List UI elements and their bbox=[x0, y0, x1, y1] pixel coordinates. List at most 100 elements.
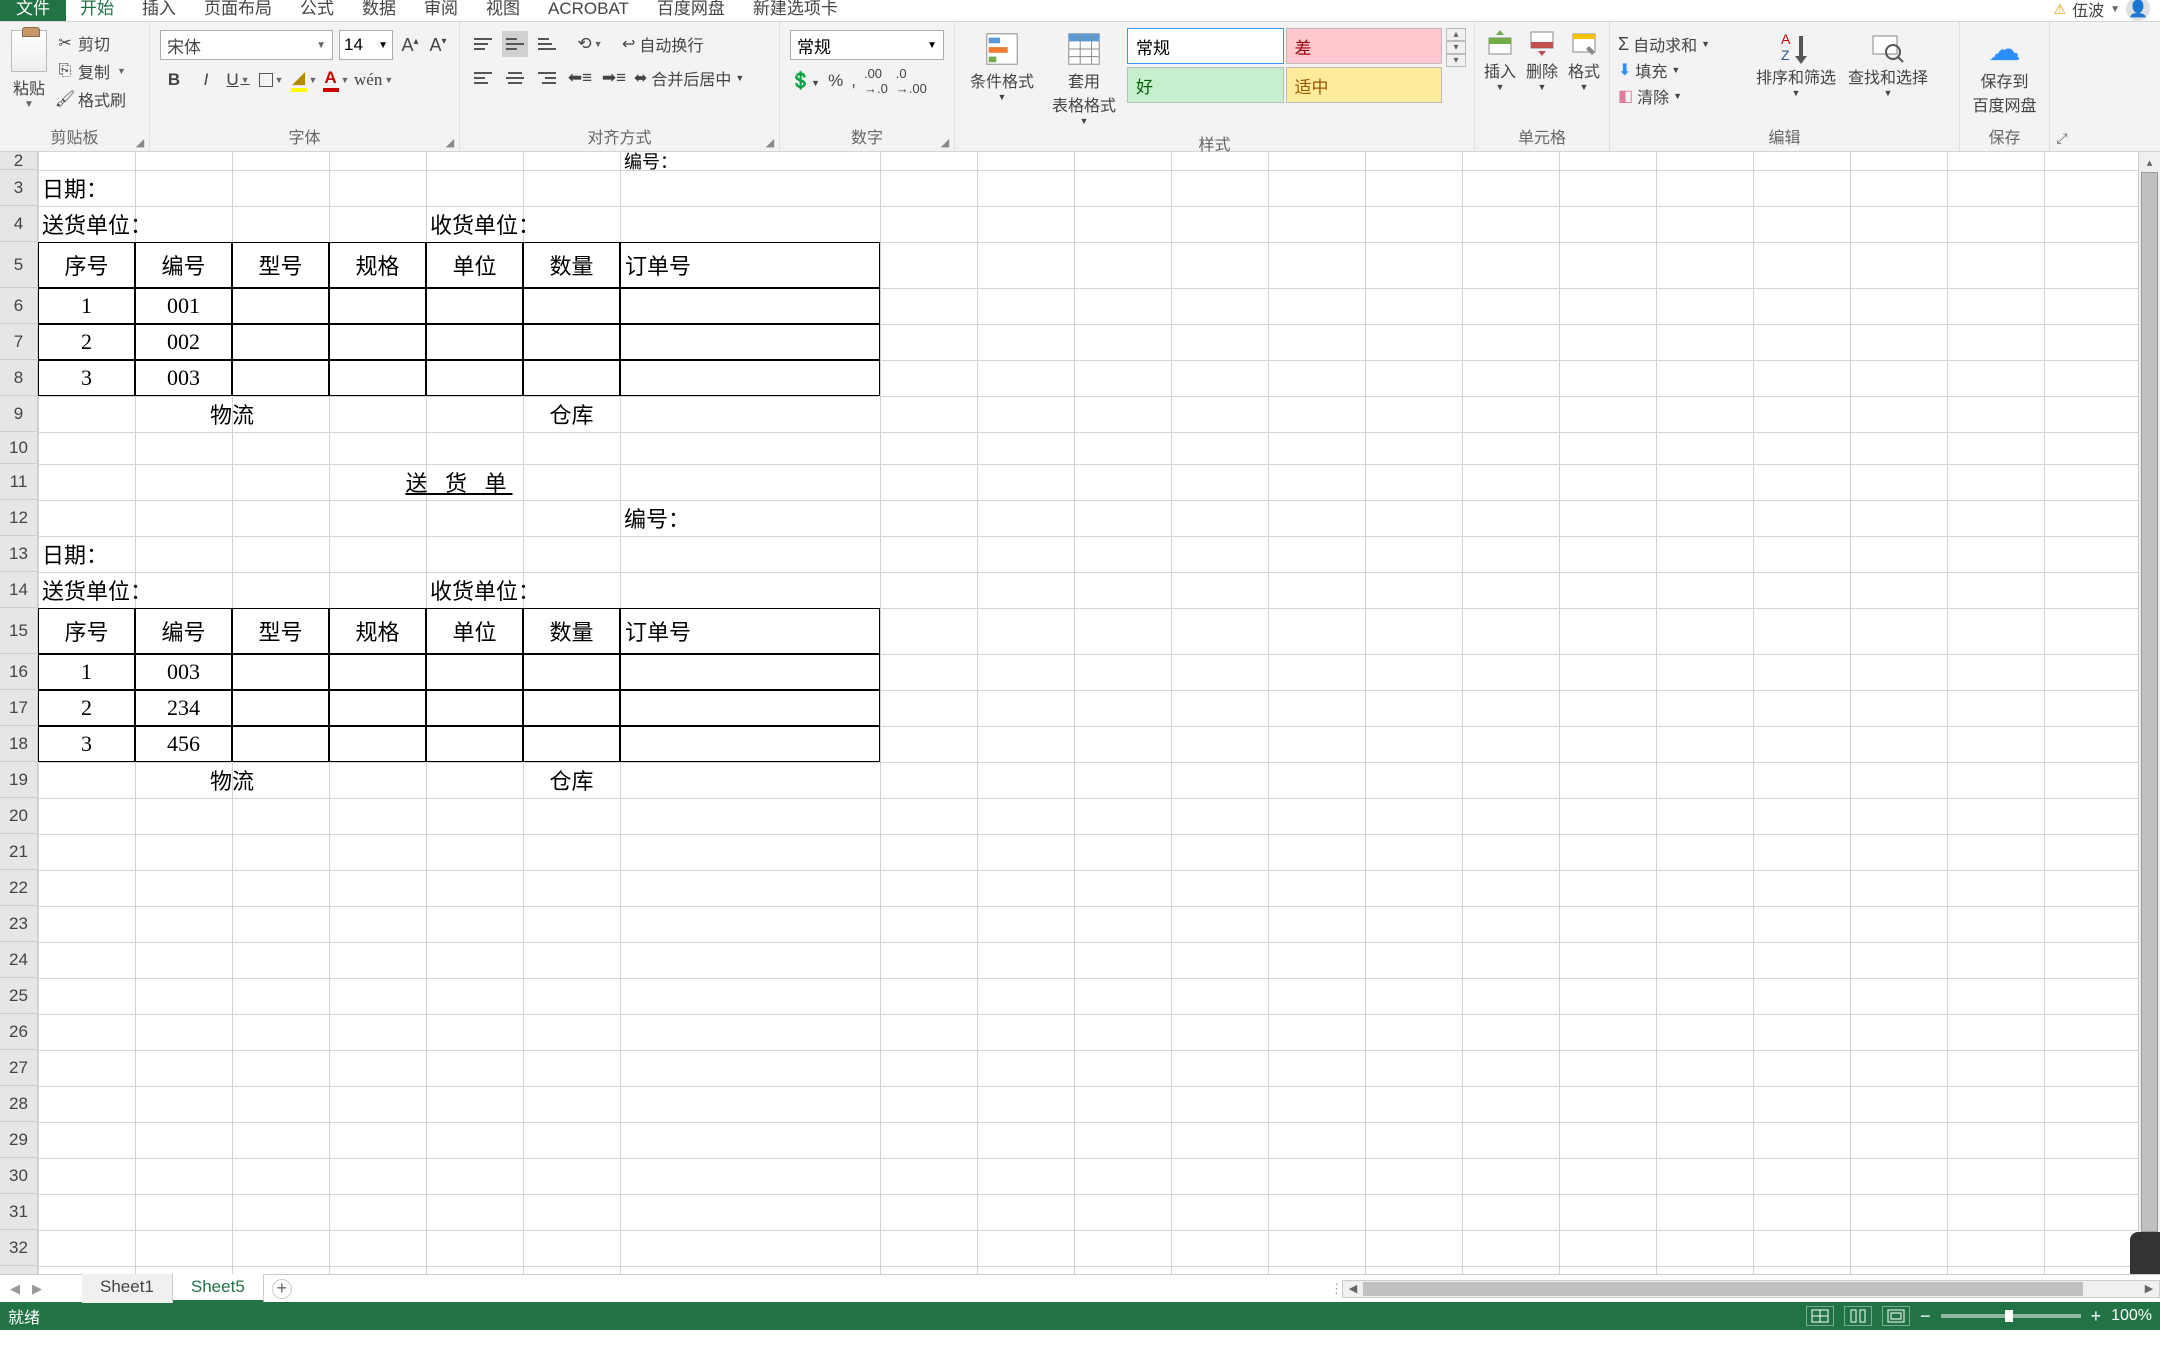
cell-F19[interactable]: 仓库 bbox=[523, 762, 620, 798]
italic-button[interactable]: I bbox=[192, 66, 220, 94]
cell-F7[interactable] bbox=[523, 324, 620, 360]
cell-B7[interactable]: 002 bbox=[135, 324, 232, 360]
insert-cells-button[interactable]: 插入▼ bbox=[1481, 28, 1519, 119]
row-header-4[interactable]: 4 bbox=[0, 206, 37, 242]
decrease-indent-button[interactable]: ⬅≡ bbox=[566, 64, 594, 92]
cell-C15[interactable]: 型号 bbox=[232, 608, 329, 654]
style-bad[interactable]: 差 bbox=[1286, 28, 1443, 64]
row-header-18[interactable]: 18 bbox=[0, 726, 37, 762]
cell-C16[interactable] bbox=[232, 654, 329, 690]
cell-G15[interactable]: 订单号 bbox=[620, 608, 880, 654]
cell-F9[interactable]: 仓库 bbox=[523, 396, 620, 432]
cell-A7[interactable]: 2 bbox=[38, 324, 135, 360]
decrease-decimal-button[interactable]: .0→.00 bbox=[896, 66, 927, 96]
row-header-2[interactable]: 2 bbox=[0, 152, 37, 170]
split-handle[interactable]: ⋮ bbox=[1330, 1281, 1338, 1297]
fill-color-button[interactable]: ◢▼ bbox=[290, 66, 318, 94]
format-painter-button[interactable]: 🖌格式刷 bbox=[54, 86, 145, 112]
row-header-20[interactable]: 20 bbox=[0, 798, 37, 834]
cell-B19[interactable]: 物流 bbox=[135, 762, 329, 798]
clipboard-launcher[interactable]: ◢ bbox=[133, 135, 147, 149]
view-page-layout-button[interactable] bbox=[1844, 1306, 1872, 1326]
percent-button[interactable]: % bbox=[828, 71, 843, 91]
wrap-text-button[interactable]: ↩自动换行 bbox=[622, 32, 703, 56]
increase-font-button[interactable]: A▴ bbox=[399, 35, 421, 56]
cell-D17[interactable] bbox=[329, 690, 426, 726]
avatar[interactable]: 👤 bbox=[2126, 0, 2150, 21]
cell-E8[interactable] bbox=[426, 360, 523, 396]
zoom-out-button[interactable]: − bbox=[1920, 1306, 1931, 1327]
find-select-button[interactable]: 查找和选择▼ bbox=[1844, 28, 1932, 119]
row-header-19[interactable]: 19 bbox=[0, 762, 37, 798]
cell-B6[interactable]: 001 bbox=[135, 288, 232, 324]
horizontal-scrollbar[interactable]: ◀ ▶ bbox=[1342, 1280, 2160, 1298]
zoom-slider[interactable] bbox=[1941, 1314, 2081, 1318]
cell-F16[interactable] bbox=[523, 654, 620, 690]
font-color-button[interactable]: A▼ bbox=[322, 66, 350, 94]
tab-formulas[interactable]: 公式 bbox=[286, 0, 348, 21]
border-button[interactable]: ▼ bbox=[256, 66, 286, 94]
grid[interactable]: 编号： 日期： 送货单位： 收货单位： 序号 编号 型号 规格 单位 数量 订单… bbox=[38, 152, 2138, 1274]
row-header-15[interactable]: 15 bbox=[0, 608, 37, 654]
sheet-tab-sheet5[interactable]: Sheet5 bbox=[173, 1274, 264, 1303]
cell-F15[interactable]: 数量 bbox=[523, 608, 620, 654]
zoom-thumb[interactable] bbox=[2005, 1310, 2013, 1322]
row-header-5[interactable]: 5 bbox=[0, 242, 37, 288]
row-header-14[interactable]: 14 bbox=[0, 572, 37, 608]
cell-E6[interactable] bbox=[426, 288, 523, 324]
gallery-up-button[interactable]: ▴ bbox=[1446, 28, 1466, 41]
cell-E4[interactable]: 收货单位： bbox=[426, 206, 717, 242]
cell-C5[interactable]: 型号 bbox=[232, 242, 329, 288]
cell-A13[interactable]: 日期： bbox=[38, 536, 232, 572]
cell-D18[interactable] bbox=[329, 726, 426, 762]
cell-G8[interactable] bbox=[620, 360, 880, 396]
cell-D6[interactable] bbox=[329, 288, 426, 324]
cell-E18[interactable] bbox=[426, 726, 523, 762]
row-header-22[interactable]: 22 bbox=[0, 870, 37, 906]
view-normal-button[interactable] bbox=[1806, 1306, 1834, 1326]
cell-C17[interactable] bbox=[232, 690, 329, 726]
cell-E16[interactable] bbox=[426, 654, 523, 690]
align-center-button[interactable] bbox=[502, 65, 528, 91]
cell-B15[interactable]: 编号 bbox=[135, 608, 232, 654]
tab-data[interactable]: 数据 bbox=[348, 0, 410, 21]
tab-view[interactable]: 视图 bbox=[472, 0, 534, 21]
row-header-21[interactable]: 21 bbox=[0, 834, 37, 870]
cell-G18[interactable] bbox=[620, 726, 880, 762]
cell-G7[interactable] bbox=[620, 324, 880, 360]
format-as-table-button[interactable]: 套用 表格格式▼ bbox=[1045, 28, 1123, 126]
view-page-break-button[interactable] bbox=[1882, 1306, 1910, 1326]
row-header-8[interactable]: 8 bbox=[0, 360, 37, 396]
row-header-13[interactable]: 13 bbox=[0, 536, 37, 572]
scroll-up-button[interactable]: ▴ bbox=[2139, 152, 2160, 172]
zoom-level[interactable]: 100% bbox=[2111, 1307, 2152, 1325]
cell-C8[interactable] bbox=[232, 360, 329, 396]
cell-F17[interactable] bbox=[523, 690, 620, 726]
decrease-font-button[interactable]: A▾ bbox=[427, 35, 449, 56]
row-header-17[interactable]: 17 bbox=[0, 690, 37, 726]
delete-cells-button[interactable]: 删除▼ bbox=[1523, 28, 1561, 119]
hscroll-thumb[interactable] bbox=[1363, 1282, 2083, 1296]
gallery-down-button[interactable]: ▾ bbox=[1446, 41, 1466, 54]
cell-A6[interactable]: 1 bbox=[38, 288, 135, 324]
style-good[interactable]: 好 bbox=[1127, 67, 1284, 103]
collapse-ribbon-button[interactable]: ⤢ bbox=[2050, 22, 2074, 151]
tab-new[interactable]: 新建选项卡 bbox=[739, 0, 852, 21]
cell-E7[interactable] bbox=[426, 324, 523, 360]
align-top-button[interactable] bbox=[470, 31, 496, 57]
row-header-24[interactable]: 24 bbox=[0, 942, 37, 978]
tab-baidu[interactable]: 百度网盘 bbox=[643, 0, 739, 21]
font-name-select[interactable]: 宋体▼ bbox=[160, 30, 333, 60]
cell-C18[interactable] bbox=[232, 726, 329, 762]
row-header-32[interactable]: 32 bbox=[0, 1230, 37, 1266]
cell-F8[interactable] bbox=[523, 360, 620, 396]
cell-A3[interactable]: 日期： bbox=[38, 170, 232, 206]
cell-F5[interactable]: 数量 bbox=[523, 242, 620, 288]
align-middle-button[interactable] bbox=[502, 31, 528, 57]
align-bottom-button[interactable] bbox=[534, 31, 560, 57]
zoom-in-button[interactable]: + bbox=[2091, 1306, 2102, 1327]
sheet-tab-sheet1[interactable]: Sheet1 bbox=[82, 1274, 173, 1303]
conditional-format-button[interactable]: 条件格式▼ bbox=[963, 28, 1041, 102]
cell-E5[interactable]: 单位 bbox=[426, 242, 523, 288]
user-dropdown-icon[interactable]: ▼ bbox=[2110, 4, 2120, 15]
